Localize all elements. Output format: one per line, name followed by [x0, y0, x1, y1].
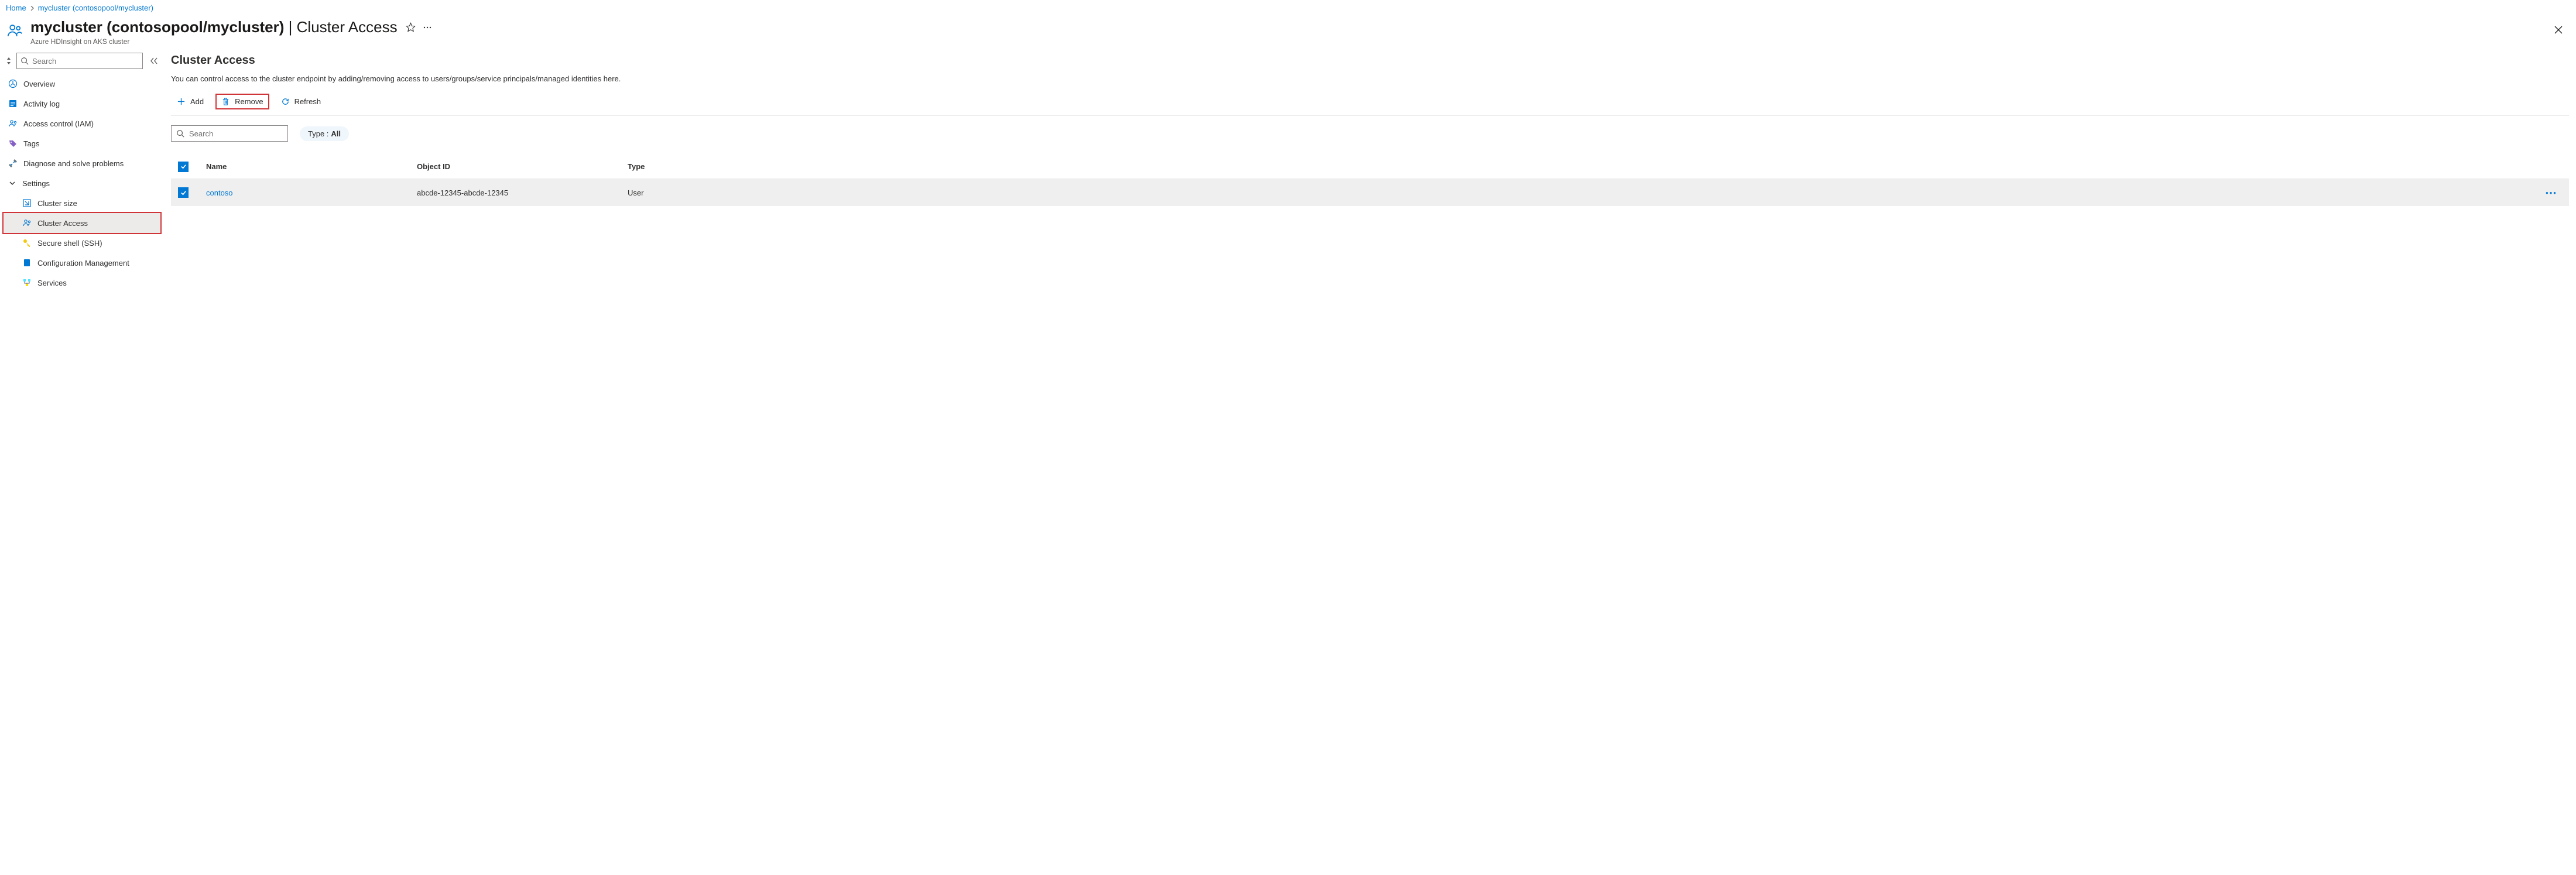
page-subtitle: Azure HDInsight on AKS cluster — [30, 37, 432, 46]
iam-icon — [8, 119, 18, 128]
sidebar-item-services[interactable]: Services — [4, 273, 160, 293]
row-checkbox[interactable] — [178, 187, 189, 198]
sidebar-item-label: Diagnose and solve problems — [23, 159, 124, 168]
close-icon[interactable] — [2550, 22, 2567, 38]
remove-button[interactable]: Remove — [215, 94, 269, 109]
sidebar-item-activity-log[interactable]: Activity log — [4, 94, 160, 114]
sidebar-item-diagnose[interactable]: Diagnose and solve problems — [4, 153, 160, 173]
favorite-star-icon[interactable] — [406, 22, 416, 32]
sidebar-item-label: Settings — [22, 179, 50, 188]
sidebar-item-label: Overview — [23, 80, 55, 88]
sidebar-group-settings[interactable]: Settings — [4, 173, 160, 193]
cluster-users-icon — [6, 22, 23, 39]
toolbar-label: Refresh — [294, 97, 321, 106]
page-title: mycluster (contosopool/mycluster) | Clus… — [30, 18, 398, 36]
expand-collapse-icon[interactable] — [6, 57, 12, 65]
type-filter-pill[interactable]: Type : All — [300, 126, 349, 141]
trash-icon — [221, 97, 230, 106]
cluster-size-icon — [22, 198, 32, 208]
sidebar-item-label: Access control (IAM) — [23, 119, 94, 128]
more-actions-icon[interactable] — [423, 23, 432, 32]
section-title: Cluster Access — [171, 54, 2569, 67]
access-table: Name Object ID Type contoso abcde-12345-… — [171, 155, 2569, 206]
sidebar-item-tags[interactable]: Tags — [4, 133, 160, 153]
sidebar-search[interactable] — [16, 53, 143, 69]
sidebar-item-label: Activity log — [23, 99, 60, 108]
main-content: Cluster Access You can control access to… — [164, 53, 2576, 293]
diagnose-icon — [8, 159, 18, 168]
tags-icon — [8, 139, 18, 148]
filters: Type : All — [171, 125, 2569, 142]
filter-value: All — [331, 129, 341, 138]
cluster-access-icon — [22, 218, 32, 228]
overview-icon — [8, 79, 18, 88]
ssh-key-icon — [22, 238, 32, 248]
sidebar-item-label: Services — [37, 279, 67, 287]
column-header-type[interactable]: Type — [628, 162, 838, 171]
activity-log-icon — [8, 99, 18, 108]
sidebar-item-label: Cluster Access — [37, 219, 88, 228]
select-all-checkbox[interactable] — [178, 162, 189, 172]
page-header: mycluster (contosopool/mycluster) | Clus… — [0, 16, 2576, 53]
filter-search[interactable] — [171, 125, 288, 142]
column-header-object-id[interactable]: Object ID — [417, 162, 628, 171]
table-header: Name Object ID Type — [171, 155, 2569, 179]
search-icon — [176, 129, 184, 138]
config-mgmt-icon — [22, 258, 32, 267]
sidebar-item-ssh[interactable]: Secure shell (SSH) — [4, 233, 160, 253]
chevron-down-icon — [8, 180, 16, 186]
sidebar-search-input[interactable] — [32, 57, 139, 66]
services-icon — [22, 278, 32, 287]
toolbar-label: Remove — [235, 97, 263, 106]
breadcrumb: Home mycluster (contosopool/mycluster) — [0, 0, 2576, 16]
filter-label: Type : — [308, 129, 328, 138]
sidebar-item-label: Cluster size — [37, 199, 77, 208]
refresh-button[interactable]: Refresh — [275, 94, 327, 109]
table-row: contoso abcde-12345-abcde-12345 User ••• — [171, 179, 2569, 206]
sidebar-item-label: Configuration Management — [37, 259, 129, 267]
sidebar-item-iam[interactable]: Access control (IAM) — [4, 114, 160, 133]
sidebar-item-label: Secure shell (SSH) — [37, 239, 102, 248]
filter-search-input[interactable] — [189, 129, 292, 138]
sidebar-item-cluster-access[interactable]: Cluster Access — [4, 213, 160, 233]
collapse-sidebar-icon[interactable] — [148, 54, 160, 67]
sidebar-item-label: Tags — [23, 139, 39, 148]
toolbar: Add Remove Refresh — [171, 94, 2569, 116]
breadcrumb-current[interactable]: mycluster (contosopool/mycluster) — [38, 4, 153, 12]
row-type: User — [628, 188, 838, 197]
sidebar-item-config-mgmt[interactable]: Configuration Management — [4, 253, 160, 273]
row-more-actions-icon[interactable]: ••• — [2546, 188, 2557, 197]
sidebar-item-cluster-size[interactable]: Cluster size — [4, 193, 160, 213]
search-icon — [20, 57, 29, 65]
plus-icon — [177, 97, 186, 106]
refresh-icon — [281, 97, 290, 106]
breadcrumb-home[interactable]: Home — [6, 4, 26, 12]
row-object-id: abcde-12345-abcde-12345 — [417, 188, 628, 197]
sidebar: Overview Activity log Access control (IA… — [0, 53, 164, 293]
section-description: You can control access to the cluster en… — [171, 74, 2569, 83]
toolbar-label: Add — [190, 97, 204, 106]
column-header-name[interactable]: Name — [206, 162, 417, 171]
sidebar-item-overview[interactable]: Overview — [4, 74, 160, 94]
row-name-link[interactable]: contoso — [206, 188, 233, 197]
chevron-right-icon — [30, 6, 35, 11]
add-button[interactable]: Add — [171, 94, 210, 109]
